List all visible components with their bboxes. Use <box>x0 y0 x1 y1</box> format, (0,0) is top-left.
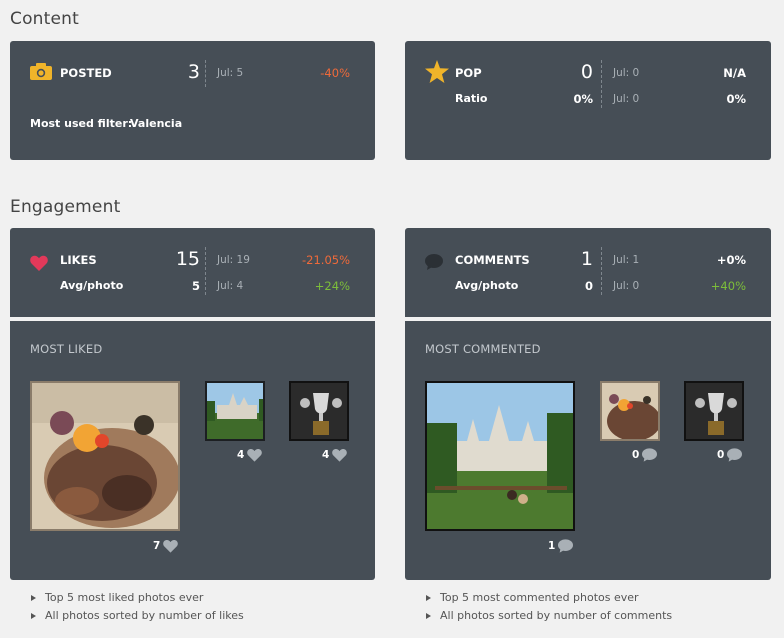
comments-avg-label: Avg/photo <box>455 279 519 292</box>
likes-date: Jul: 19 <box>217 254 250 266</box>
comment-count: 0 <box>632 449 640 461</box>
likes-avg-delta: +24% <box>314 279 350 293</box>
pop-date: Jul: 0 <box>613 67 640 79</box>
most-liked-count-2: 4 <box>237 448 263 462</box>
ratio-date: Jul: 0 <box>613 93 640 105</box>
all-liked-link[interactable]: All photos sorted by number of likes <box>30 607 244 625</box>
link-label[interactable]: Top 5 most liked photos ever <box>45 589 203 607</box>
filter-value: Valencia <box>130 117 183 130</box>
heart-icon <box>332 448 348 462</box>
most-liked-count-3: 4 <box>322 448 348 462</box>
filter-label: Most used filter: <box>30 117 133 130</box>
comments-delta: +0% <box>716 253 746 267</box>
comment-bubble-icon <box>558 539 574 553</box>
link-label[interactable]: All photos sorted by number of likes <box>45 607 244 625</box>
divider <box>601 247 602 295</box>
comments-label: COMMENTS <box>455 253 530 267</box>
comments-avg-date: Jul: 0 <box>613 280 640 292</box>
likes-label: LIKES <box>60 253 97 267</box>
ratio-delta: 0% <box>726 92 746 106</box>
most-commented-count-1: 1 <box>548 539 574 553</box>
comments-date: Jul: 1 <box>613 254 640 266</box>
bullet-arrow-icon <box>426 613 431 619</box>
posted-card: POSTED 3 Jul: 5 -40% Most used filter: V… <box>10 41 375 160</box>
most-commented-photo-1[interactable] <box>425 381 575 531</box>
most-liked-links: Top 5 most liked photos ever All photos … <box>30 589 244 625</box>
most-commented-photo-3[interactable] <box>684 381 744 441</box>
pop-delta: N/A <box>723 66 746 80</box>
likes-avg-date: Jul: 4 <box>217 280 244 292</box>
comment-count: 0 <box>717 449 725 461</box>
divider <box>205 60 206 87</box>
comment-bubble-icon <box>642 448 658 462</box>
pop-value: 0 <box>580 61 593 83</box>
engagement-section-title: Engagement <box>10 197 121 217</box>
comment-bubble-icon <box>425 254 443 270</box>
most-liked-panel: MOST LIKED 7 4 4 <box>10 321 375 580</box>
most-commented-count-3: 0 <box>717 448 743 462</box>
top5-liked-link[interactable]: Top 5 most liked photos ever <box>30 589 244 607</box>
most-commented-title: MOST COMMENTED <box>425 342 541 356</box>
likes-value: 15 <box>175 248 200 270</box>
pop-label: POP <box>455 66 482 80</box>
link-label[interactable]: Top 5 most commented photos ever <box>440 589 639 607</box>
star-icon <box>425 60 449 83</box>
most-liked-count-1: 7 <box>153 539 179 553</box>
likes-delta: -21.05% <box>302 253 350 267</box>
likes-avg-value: 5 <box>191 279 200 293</box>
posted-delta: -40% <box>320 66 350 80</box>
comments-avg-delta: +40% <box>710 279 746 293</box>
bullet-arrow-icon <box>426 595 431 601</box>
posted-label: POSTED <box>60 66 112 80</box>
most-commented-panel: MOST COMMENTED 1 0 0 <box>405 321 771 580</box>
most-liked-title: MOST LIKED <box>30 342 103 356</box>
most-liked-photo-3[interactable] <box>289 381 349 441</box>
likes-avg-label: Avg/photo <box>60 279 124 292</box>
heart-icon <box>30 255 48 271</box>
most-liked-photo-1[interactable] <box>30 381 180 531</box>
ratio-value: 0% <box>573 92 593 106</box>
comments-value: 1 <box>580 248 593 270</box>
divider <box>205 247 206 295</box>
bullet-arrow-icon <box>31 613 36 619</box>
bullet-arrow-icon <box>31 595 36 601</box>
ratio-label: Ratio <box>455 92 488 105</box>
link-label[interactable]: All photos sorted by number of comments <box>440 607 672 625</box>
comment-bubble-icon <box>727 448 743 462</box>
comment-count: 1 <box>548 540 556 552</box>
likes-card: LIKES 15 Jul: 19 -21.05% Avg/photo 5 Jul… <box>10 228 375 317</box>
top5-commented-link[interactable]: Top 5 most commented photos ever <box>425 589 672 607</box>
heart-icon <box>247 448 263 462</box>
most-commented-count-2: 0 <box>632 448 658 462</box>
pop-card: POP 0 Jul: 0 N/A Ratio 0% Jul: 0 0% <box>405 41 771 160</box>
content-section-title: Content <box>10 9 80 29</box>
like-count: 4 <box>237 449 245 461</box>
posted-date: Jul: 5 <box>217 67 244 79</box>
comments-avg-value: 0 <box>584 279 593 293</box>
all-commented-link[interactable]: All photos sorted by number of comments <box>425 607 672 625</box>
like-count: 4 <box>322 449 330 461</box>
most-liked-photo-2[interactable] <box>205 381 265 441</box>
divider <box>601 60 602 108</box>
comments-card: COMMENTS 1 Jul: 1 +0% Avg/photo 0 Jul: 0… <box>405 228 771 317</box>
most-commented-links: Top 5 most commented photos ever All pho… <box>425 589 672 625</box>
posted-value: 3 <box>187 61 200 83</box>
most-commented-photo-2[interactable] <box>600 381 660 441</box>
camera-icon <box>30 63 52 80</box>
heart-icon <box>163 539 179 553</box>
like-count: 7 <box>153 540 161 552</box>
